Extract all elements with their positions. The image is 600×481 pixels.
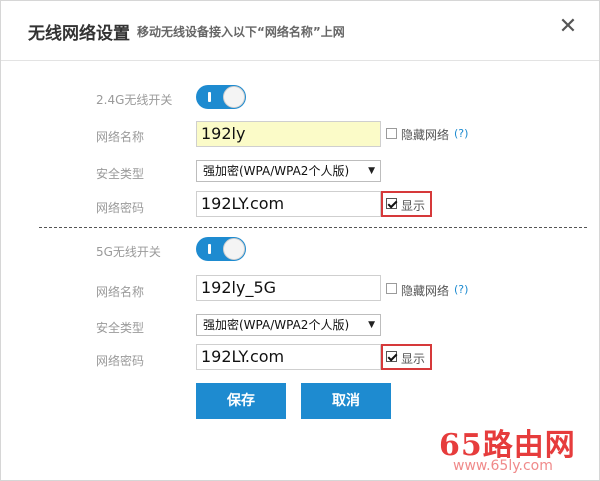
- band5-switch-label: 5G无线开关: [96, 245, 161, 259]
- highlight-box: [381, 344, 432, 370]
- band24-help-icon[interactable]: (?): [454, 127, 468, 140]
- dropdown-arrow-icon: ▼: [368, 166, 375, 176]
- band5-help-icon[interactable]: (?): [454, 283, 468, 296]
- toggle-on-indicator: [208, 92, 211, 102]
- dialog-title: 无线网络设置: [28, 24, 130, 44]
- dialog-header: 无线网络设置 移动无线设备接入以下“网络名称”上网 ✕: [1, 1, 599, 61]
- band5-hide-checkbox[interactable]: [386, 283, 397, 294]
- close-icon[interactable]: ✕: [557, 16, 579, 38]
- dropdown-arrow-icon: ▼: [368, 320, 375, 330]
- band5-security-value: 强加密(WPA/WPA2个人版): [203, 318, 350, 332]
- band24-hide-checkbox[interactable]: [386, 128, 397, 139]
- band24-hide-label: 隐藏网络: [401, 128, 450, 142]
- band5-password-label: 网络密码: [96, 354, 145, 368]
- toggle-on-indicator: [208, 244, 211, 254]
- band5-ssid-label: 网络名称: [96, 285, 145, 299]
- toggle-knob: [223, 238, 245, 260]
- save-button[interactable]: 保存: [196, 383, 286, 419]
- dialog-subtitle: 移动无线设备接入以下“网络名称”上网: [137, 25, 345, 39]
- band5-ssid-input[interactable]: 192ly_5G: [196, 275, 381, 301]
- watermark-url: www.65ly.com: [453, 458, 553, 474]
- section-divider: [39, 227, 587, 228]
- band5-security-select[interactable]: 强加密(WPA/WPA2个人版) ▼: [196, 314, 381, 336]
- band24-switch-toggle[interactable]: [196, 85, 246, 109]
- watermark: 65路由网 www.65ly.com: [431, 420, 600, 481]
- band5-switch-toggle[interactable]: [196, 237, 246, 261]
- band24-ssid-input[interactable]: 192ly: [196, 121, 381, 147]
- cancel-button[interactable]: 取消: [301, 383, 391, 419]
- band24-security-select[interactable]: 强加密(WPA/WPA2个人版) ▼: [196, 160, 381, 182]
- highlight-box: [381, 191, 432, 217]
- toggle-knob: [223, 86, 245, 108]
- band24-security-value: 强加密(WPA/WPA2个人版): [203, 164, 350, 178]
- band24-password-label: 网络密码: [96, 201, 145, 215]
- band5-password-input[interactable]: 192LY.com: [196, 344, 381, 370]
- band5-hide-label: 隐藏网络: [401, 284, 450, 298]
- wireless-settings-dialog: 无线网络设置 移动无线设备接入以下“网络名称”上网 ✕ 2.4G无线开关 网络名…: [0, 0, 600, 481]
- band24-security-label: 安全类型: [96, 167, 145, 181]
- band24-password-input[interactable]: 192LY.com: [196, 191, 381, 217]
- band5-security-label: 安全类型: [96, 321, 145, 335]
- band24-ssid-label: 网络名称: [96, 130, 145, 144]
- band24-switch-label: 2.4G无线开关: [96, 93, 173, 107]
